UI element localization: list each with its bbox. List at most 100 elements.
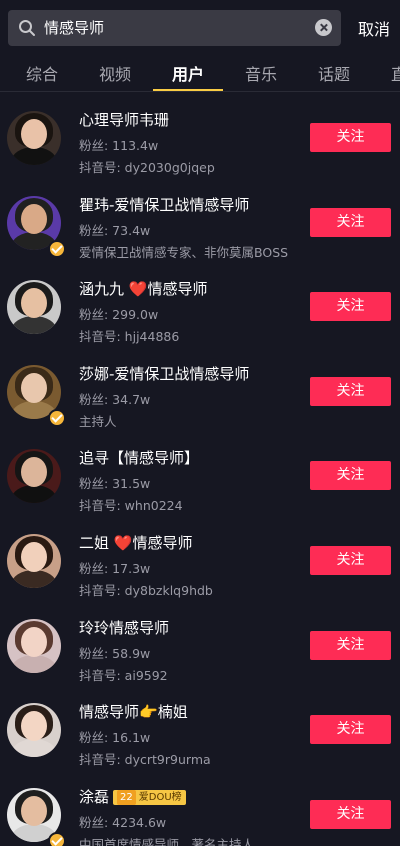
user-name-text: 心理导师韦珊 bbox=[79, 111, 170, 129]
user-name-text: 情感导师 bbox=[79, 703, 140, 722]
clear-icon[interactable] bbox=[315, 19, 332, 36]
tab-bar: 综合 视频 用户 音乐 话题 直 bbox=[0, 56, 400, 92]
user-name-suffix: 情感导师 bbox=[147, 280, 208, 299]
user-name-text: 追寻【情感导师】 bbox=[79, 449, 200, 468]
user-row[interactable]: 莎娜-爱情保卫战情感导师 粉丝: 34.7w 主持人 关注 bbox=[0, 347, 400, 432]
user-subtitle: 中国首席情感导师，著名主持人 bbox=[79, 836, 255, 846]
verified-icon bbox=[48, 239, 66, 258]
search-query: 情感导师 bbox=[44, 19, 105, 37]
user-name-suffix: 楠姐 bbox=[157, 703, 188, 722]
heart-icon: ❤️ bbox=[128, 280, 148, 299]
user-name[interactable]: 追寻【情感导师】 bbox=[79, 447, 199, 468]
avatar-body bbox=[11, 147, 57, 165]
avatar-body bbox=[11, 654, 57, 673]
rank-badge-level: 22 bbox=[117, 789, 136, 805]
follow-button[interactable]: 关注 bbox=[310, 207, 391, 237]
user-name[interactable]: 心理导师韦珊 bbox=[79, 109, 169, 130]
avatar[interactable] bbox=[7, 618, 61, 673]
follow-button[interactable]: 关注 bbox=[310, 545, 391, 575]
user-list: 心理导师韦珊 粉丝: 113.4w 抖音号: dy2030g0jqep 关注 瞿玮-爱情… bbox=[0, 93, 400, 846]
fans-count: 粉丝: 4234.6w bbox=[79, 814, 167, 830]
user-row[interactable]: 心理导师韦珊 粉丝: 113.4w 抖音号: dy2030g0jqep 关注 bbox=[0, 93, 400, 178]
fans-count: 粉丝: 31.5w bbox=[79, 476, 151, 492]
user-name-text: 玲玲情感导师 bbox=[79, 618, 170, 637]
user-subtitle: 抖音号: ai9592 bbox=[79, 667, 168, 683]
follow-button[interactable]: 关注 bbox=[310, 376, 391, 406]
user-name-suffix: 情感导师 bbox=[132, 533, 193, 552]
follow-button[interactable]: 关注 bbox=[310, 123, 391, 152]
active-tab-indicator bbox=[153, 89, 223, 91]
avatar-face bbox=[21, 203, 47, 234]
tab-users[interactable]: 用户 bbox=[172, 61, 204, 85]
fans-count: 粉丝: 113.4w bbox=[79, 138, 159, 153]
user-subtitle: 抖音号: dy2030g0jqep bbox=[79, 160, 215, 175]
avatar-body bbox=[11, 485, 57, 504]
avatar[interactable] bbox=[7, 449, 61, 504]
user-subtitle: 爱情保卫战情感专家、非你莫属BOSS bbox=[79, 244, 289, 260]
user-subtitle: 抖音号: whn0224 bbox=[79, 498, 183, 514]
follow-button[interactable]: 关注 bbox=[310, 799, 391, 829]
fans-count: 粉丝: 58.9w bbox=[79, 645, 151, 661]
fans-count: 粉丝: 16.1w bbox=[79, 730, 151, 746]
search-header: 情感导师 取消 bbox=[0, 0, 400, 56]
avatar[interactable] bbox=[7, 111, 61, 165]
user-name-text: 涂磊 bbox=[79, 787, 110, 806]
heart-icon: ❤️ bbox=[113, 533, 133, 552]
user-name[interactable]: 莎娜-爱情保卫战情感导师 bbox=[79, 363, 249, 384]
tab-live[interactable]: 直 bbox=[391, 61, 400, 85]
user-name[interactable]: 涵九九 ❤️情感导师 bbox=[79, 278, 208, 299]
avatar-face bbox=[21, 626, 47, 657]
rank-badge: 22 爱DOU榜 bbox=[113, 789, 186, 805]
follow-button[interactable]: 关注 bbox=[310, 292, 391, 322]
search-input[interactable]: 情感导师 bbox=[8, 10, 341, 46]
avatar-face bbox=[21, 372, 47, 403]
tab-music[interactable]: 音乐 bbox=[245, 61, 277, 85]
pointing-hand-icon: 👉 bbox=[139, 703, 158, 722]
user-name-text: 涵九九 bbox=[79, 280, 125, 299]
fans-count: 粉丝: 73.4w bbox=[79, 222, 151, 238]
avatar-face bbox=[21, 288, 47, 319]
verified-icon bbox=[48, 831, 66, 846]
tab-video[interactable]: 视频 bbox=[99, 61, 131, 85]
follow-button[interactable]: 关注 bbox=[310, 630, 391, 660]
user-row[interactable]: 瞿玮-爱情保卫战情感导师粉丝: 73.4w 爱情保卫战情感专家、非你莫属BOSS 关… bbox=[0, 178, 400, 263]
user-row[interactable]: 情感导师👉楠姐 粉丝: 16.1w 抖音号: dycrt9r9urma 关注 bbox=[0, 685, 400, 770]
fans-count: 粉丝: 17.3w bbox=[79, 560, 151, 576]
avatar-face bbox=[21, 119, 47, 149]
avatar[interactable] bbox=[7, 280, 61, 335]
fans-count: 粉丝: 34.7w bbox=[79, 391, 151, 407]
avatar[interactable] bbox=[7, 703, 61, 758]
avatar-body bbox=[11, 316, 57, 335]
user-row[interactable]: 玲玲情感导师 粉丝: 58.9w 抖音号: ai9592 关注 bbox=[0, 601, 400, 686]
rank-badge-text: 爱DOU榜 bbox=[138, 791, 182, 803]
follow-button[interactable]: 关注 bbox=[310, 715, 391, 745]
user-subtitle: 抖音号: dycrt9r9urma bbox=[79, 752, 211, 768]
follow-button[interactable]: 关注 bbox=[310, 461, 391, 491]
user-row[interactable]: 追寻【情感导师】 粉丝: 31.5w 抖音号: whn0224 关注 bbox=[0, 431, 400, 516]
avatar-face bbox=[21, 795, 47, 826]
avatar[interactable] bbox=[7, 533, 61, 588]
verified-icon bbox=[48, 408, 66, 427]
avatar-face bbox=[21, 541, 47, 572]
search-icon bbox=[19, 20, 35, 36]
user-name[interactable]: 二姐 ❤️情感导师 bbox=[79, 532, 193, 553]
user-row[interactable]: 二姐 ❤️情感导师粉丝: 17.3w 抖音号: dy8bzklq9hdb 关注 bbox=[0, 516, 400, 601]
tab-general[interactable]: 综合 bbox=[26, 61, 58, 85]
user-name[interactable]: 涂磊 22 爱DOU榜 bbox=[79, 786, 186, 807]
user-name-text: 莎娜-爱情保卫战情感导师 bbox=[79, 364, 250, 383]
avatar-face bbox=[21, 711, 47, 742]
user-name[interactable]: 玲玲情感导师 bbox=[79, 617, 169, 638]
user-subtitle: 抖音号: hjj44886 bbox=[79, 329, 180, 345]
user-row[interactable]: 涵九九 ❤️情感导师粉丝: 299.0w 抖音号: hjj44886 关注 bbox=[0, 262, 400, 347]
avatar-body bbox=[11, 569, 57, 588]
user-subtitle: 主持人 bbox=[79, 413, 117, 429]
user-name[interactable]: 情感导师👉楠姐 bbox=[79, 701, 188, 722]
user-row[interactable]: 涂磊 22 爱DOU榜 粉丝: 4234.6w 中国首席情感导师，著名主持人 关注 bbox=[0, 770, 400, 846]
tab-topics[interactable]: 话题 bbox=[318, 61, 350, 85]
avatar-body bbox=[11, 739, 57, 758]
fans-count: 粉丝: 299.0w bbox=[79, 307, 159, 323]
cancel-button[interactable]: 取消 bbox=[358, 16, 390, 40]
user-name-text: 二姐 bbox=[79, 533, 110, 552]
user-subtitle: 抖音号: dy8bzklq9hdb bbox=[79, 582, 213, 598]
user-name[interactable]: 瞿玮-爱情保卫战情感导师 bbox=[79, 194, 249, 215]
